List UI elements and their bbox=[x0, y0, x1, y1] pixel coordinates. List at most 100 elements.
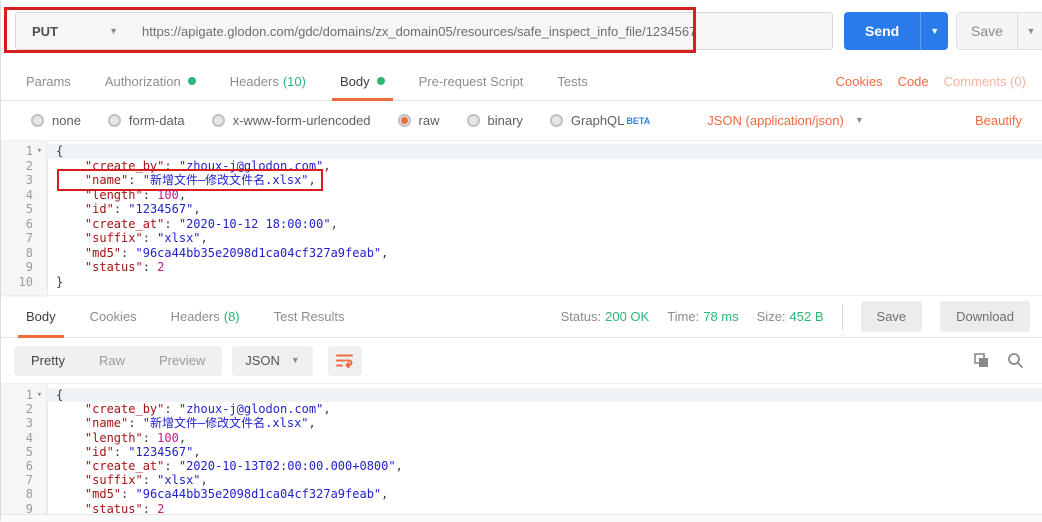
radio-icon bbox=[31, 114, 44, 127]
response-tab-body[interactable]: Body bbox=[26, 296, 56, 337]
code-text: { bbox=[47, 388, 63, 402]
tab-authorization[interactable]: Authorization bbox=[105, 62, 196, 100]
code-line-4: 4 "length": 100, bbox=[1, 431, 1042, 445]
radio-label: x-www-form-urlencoded bbox=[233, 113, 371, 128]
size-label: Size: bbox=[757, 309, 786, 324]
line-number: 5 bbox=[1, 445, 33, 459]
response-body-editor[interactable]: 1▾{2 "create_by": "zhoux-j@glodon.com",3… bbox=[1, 384, 1042, 518]
send-options-button[interactable]: ▼ bbox=[920, 12, 948, 50]
body-type-none[interactable]: none bbox=[31, 113, 81, 128]
content-type-select[interactable]: JSON (application/json) ▼ bbox=[707, 113, 863, 128]
code-text: "length": 100, bbox=[47, 188, 186, 203]
response-tab-headers[interactable]: Headers (8) bbox=[171, 296, 240, 337]
tab-tests[interactable]: Tests bbox=[557, 62, 587, 100]
body-type-form-data[interactable]: form-data bbox=[108, 113, 185, 128]
search-icon bbox=[1007, 352, 1024, 369]
response-tabs: Body Cookies Headers (8) Test Results Sta… bbox=[1, 295, 1042, 338]
cookies-link[interactable]: Cookies bbox=[836, 74, 883, 89]
line-number: 7 bbox=[1, 231, 33, 246]
tab-params[interactable]: Params bbox=[26, 62, 71, 100]
wrap-lines-button[interactable] bbox=[328, 346, 362, 376]
body-type-raw[interactable]: raw bbox=[398, 113, 440, 128]
size-pair: Size: 452 B bbox=[757, 309, 824, 324]
code-line-1: 1▾{ bbox=[1, 388, 1042, 402]
line-number: 3 bbox=[1, 173, 33, 188]
code-line-8: 8 "md5": "96ca44bb35e2098d1ca04cf327a9fe… bbox=[1, 246, 1042, 261]
time-value: 78 ms bbox=[703, 309, 738, 324]
code-line-7: 7 "suffix": "xlsx", bbox=[1, 473, 1042, 487]
code-text: "create_at": "2020-10-12 18:00:00", bbox=[47, 217, 338, 232]
request-url-input[interactable]: https://apigate.glodon.com/gdc/domains/z… bbox=[130, 12, 833, 50]
response-format-select[interactable]: JSON ▼ bbox=[232, 346, 313, 376]
save-request-button[interactable]: Save ▼ bbox=[956, 12, 1042, 50]
response-format-value: JSON bbox=[245, 353, 280, 368]
response-tab-cookies[interactable]: Cookies bbox=[90, 296, 137, 337]
code-text: "length": 100, bbox=[47, 431, 186, 445]
view-mode-switch: Pretty Raw Preview bbox=[14, 346, 222, 376]
code-line-6: 6 "create_at": "2020-10-13T02:00:00.000+… bbox=[1, 459, 1042, 473]
code-line-2: 2 "create_by": "zhoux-j@glodon.com", bbox=[1, 159, 1042, 174]
response-toolbar: Pretty Raw Preview JSON ▼ bbox=[1, 338, 1042, 384]
request-url-value: https://apigate.glodon.com/gdc/domains/z… bbox=[142, 24, 696, 39]
divider bbox=[842, 304, 843, 330]
save-response-button[interactable]: Save bbox=[861, 301, 923, 332]
code-text: "name": "新增文件—修改文件名.xlsx", bbox=[47, 173, 316, 188]
graphql-beta-badge: BETA bbox=[626, 116, 650, 126]
tab-label: Body bbox=[340, 74, 370, 89]
search-button[interactable] bbox=[1007, 352, 1024, 369]
copy-button[interactable] bbox=[973, 352, 990, 369]
view-raw-tab[interactable]: Raw bbox=[82, 346, 142, 376]
tab-label: Headers bbox=[171, 309, 220, 324]
code-line-9: 9 "status": 2 bbox=[1, 260, 1042, 275]
beautify-link[interactable]: Beautify bbox=[975, 113, 1042, 128]
line-number: 7 bbox=[1, 473, 33, 487]
send-button[interactable]: Send ▼ bbox=[844, 12, 948, 50]
fold-caret-icon[interactable]: ▾ bbox=[33, 388, 46, 402]
tab-headers[interactable]: Headers(10) bbox=[230, 62, 306, 100]
chevron-down-icon: ▼ bbox=[291, 356, 300, 365]
content-type-value: JSON (application/json) bbox=[707, 113, 844, 128]
body-type-urlencoded[interactable]: x-www-form-urlencoded bbox=[212, 113, 371, 128]
request-header-links: Cookies Code Comments (0) bbox=[836, 74, 1042, 89]
time-label: Time: bbox=[667, 309, 699, 324]
headers-count: (10) bbox=[283, 74, 306, 89]
status-value: 200 OK bbox=[605, 309, 649, 324]
send-button-label: Send bbox=[844, 12, 920, 50]
radio-icon bbox=[212, 114, 225, 127]
tab-body[interactable]: Body bbox=[340, 62, 385, 100]
response-meta: Status: 200 OK Time: 78 ms Size: 452 B Save… bbox=[561, 301, 1042, 332]
code-text: "create_at": "2020-10-13T02:00:00.000+08… bbox=[47, 459, 403, 473]
code-text: "create_by": "zhoux-j@glodon.com", bbox=[47, 402, 331, 416]
view-pretty-tab[interactable]: Pretty bbox=[14, 346, 82, 376]
radio-label: none bbox=[52, 113, 81, 128]
code-line-7: 7 "suffix": "xlsx", bbox=[1, 231, 1042, 246]
status-label: Status: bbox=[561, 309, 601, 324]
view-preview-tab[interactable]: Preview bbox=[142, 346, 222, 376]
code-line-6: 6 "create_at": "2020-10-12 18:00:00", bbox=[1, 217, 1042, 232]
http-method-select[interactable]: PUT ▼ bbox=[15, 12, 131, 50]
code-line-4: 4 "length": 100, bbox=[1, 188, 1042, 203]
tab-pre-request-script[interactable]: Pre-request Script bbox=[419, 62, 524, 100]
body-type-graphql[interactable]: GraphQLBETA bbox=[550, 113, 650, 128]
comments-link[interactable]: Comments (0) bbox=[944, 74, 1026, 89]
save-options-button[interactable]: ▼ bbox=[1017, 13, 1042, 49]
radio-selected-icon bbox=[398, 114, 411, 127]
code-text: "id": "1234567", bbox=[47, 445, 201, 459]
download-response-button[interactable]: Download bbox=[940, 301, 1030, 332]
line-number: 3 bbox=[1, 416, 33, 430]
radio-label: form-data bbox=[129, 113, 185, 128]
request-body-editor[interactable]: 1▾{2 "create_by": "zhoux-j@glodon.com",3… bbox=[1, 140, 1042, 297]
tab-label: Cookies bbox=[90, 309, 137, 324]
line-number: 10 bbox=[1, 275, 33, 290]
fold-caret-icon[interactable]: ▾ bbox=[33, 144, 46, 159]
chevron-down-icon: ▼ bbox=[855, 116, 864, 125]
code-text: "create_by": "zhoux-j@glodon.com", bbox=[47, 159, 331, 174]
tab-label: Params bbox=[26, 74, 71, 89]
body-type-binary[interactable]: binary bbox=[467, 113, 523, 128]
code-link[interactable]: Code bbox=[898, 74, 929, 89]
line-number: 8 bbox=[1, 487, 33, 501]
size-value: 452 B bbox=[790, 309, 824, 324]
headers-count: (8) bbox=[224, 309, 240, 324]
line-number: 2 bbox=[1, 159, 33, 174]
response-tab-test-results[interactable]: Test Results bbox=[274, 296, 345, 337]
